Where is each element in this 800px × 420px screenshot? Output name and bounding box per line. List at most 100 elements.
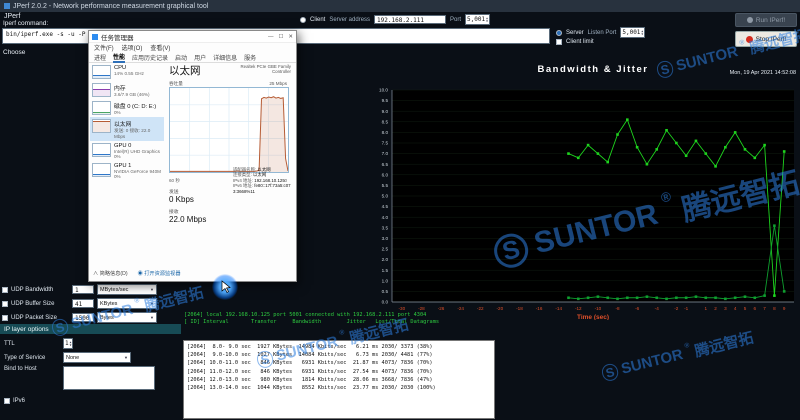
svg-text:7: 7 <box>763 306 766 311</box>
taskmgr-tab-服务[interactable]: 服务 <box>244 53 256 62</box>
taskmgr-tab-进程[interactable]: 进程 <box>94 53 106 62</box>
iperf-report-line: [2064] 13.0-14.0 sec 1044 KBytes 8552 Kb… <box>187 384 491 392</box>
fewer-details-link[interactable]: ∧ 简略信息(D) <box>93 270 128 277</box>
server-label: Server <box>566 30 584 36</box>
stepper-arrows-icon[interactable]: ▲▼ <box>486 17 488 23</box>
client-mode-row: Client Server address 192.168.2.111 Port… <box>300 14 490 25</box>
taskmgr-tab-用户[interactable]: 用户 <box>194 53 206 62</box>
ttl-stepper[interactable]: 1 ▲▼ <box>63 338 73 349</box>
svg-text:8.0: 8.0 <box>382 130 389 135</box>
ipv6-label: IPv6 <box>13 398 25 404</box>
taskmgr-sidebar-disk0[interactable]: 磁盘 0 (C: D: E:)0% <box>90 99 164 117</box>
taskmgr-tab-详细信息[interactable]: 详细信息 <box>213 53 237 62</box>
bind-host-input[interactable] <box>63 366 155 390</box>
ipv6-row: IPv6 <box>4 398 25 404</box>
port-stepper[interactable]: 5,001 ▲▼ <box>465 14 490 25</box>
svg-text:-30: -30 <box>398 306 405 311</box>
ttl-label: TTL <box>4 341 60 347</box>
svg-text:-18: -18 <box>516 306 523 311</box>
taskmgr-titlebar[interactable]: 任务管理器 — ☐ ✕ <box>89 31 296 43</box>
client-limit-checkbox[interactable] <box>556 39 562 45</box>
mouse-cursor <box>221 280 231 299</box>
svg-text:0.5: 0.5 <box>382 289 389 294</box>
udp-buffer-unit: KBytes <box>100 301 117 307</box>
receive-label: 接收 <box>169 208 293 215</box>
svg-text:4.5: 4.5 <box>382 204 389 209</box>
svg-text:6.5: 6.5 <box>382 162 389 167</box>
stepper-arrows-icon[interactable]: ▲▼ <box>70 341 72 347</box>
client-label: Client <box>310 17 325 23</box>
udp-buffer-input[interactable]: 41 <box>72 299 94 308</box>
app-label: JPerf <box>4 13 20 20</box>
client-limit-label: Client limit <box>566 39 594 45</box>
stepper-arrows-icon[interactable]: ▲▼ <box>641 30 643 36</box>
udp-buffer-row: UDP Buffer Size 41 KBytes▼ <box>2 298 157 309</box>
svg-text:-28: -28 <box>418 306 425 311</box>
udp-bandwidth-unit: MBytes/sec <box>100 287 128 293</box>
ethernet-throughput-graph <box>169 87 289 173</box>
udp-packet-input[interactable]: 1500 <box>72 313 94 322</box>
taskmgr-sidebar-ethernet[interactable]: 以太网发送: 0 接收: 22.0 Mbps <box>90 117 164 141</box>
taskmgr-performance-panel: 以太网 Realtek PCIe GBE Family Controller 吞… <box>169 63 293 279</box>
iperf-console-output: [2064] local 192.168.10.125 port 5001 co… <box>184 312 489 338</box>
udp-packet-unit-select[interactable]: Bytes▼ <box>97 312 157 323</box>
taskmgr-menu-item[interactable]: 查看(V) <box>150 43 170 52</box>
udp-bandwidth-row: UDP Bandwidth 1 MBytes/sec▼ <box>2 284 157 295</box>
close-icon[interactable]: ✕ <box>288 34 293 40</box>
svg-text:2.0: 2.0 <box>382 257 389 262</box>
server-radio[interactable] <box>556 30 562 36</box>
taskmgr-tab-启动[interactable]: 启动 <box>175 53 187 62</box>
svg-text:-14: -14 <box>555 306 562 311</box>
iperf-report-line: [2064] 9.0-10.0 sec 1027 KBytes 14084 Kb… <box>187 351 491 359</box>
listen-port-label: Listen Port <box>588 30 617 36</box>
taskmgr-sidebar-memory[interactable]: 内存3.6/7.9 GB (46%) <box>90 81 164 99</box>
ttl-row: TTL 1 ▲▼ <box>4 338 73 349</box>
taskmgr-icon <box>92 34 98 40</box>
open-resource-monitor-link[interactable]: ◉ 打开资源监视器 <box>138 270 181 277</box>
udp-bandwidth-input[interactable]: 1 <box>72 285 94 294</box>
client-radio[interactable] <box>300 17 306 23</box>
svg-text:0.0: 0.0 <box>382 300 389 305</box>
bind-host-label: Bind to Host <box>4 366 60 372</box>
udp-buffer-unit-select[interactable]: KBytes▼ <box>97 298 157 309</box>
run-iperf-button[interactable]: Run IPerf! <box>735 13 797 27</box>
svg-text:2.5: 2.5 <box>382 247 389 252</box>
mini-graph-icon <box>92 119 111 133</box>
ip-layer-options-header: IP layer options <box>0 324 181 334</box>
iperf-command-label: Iperf command: <box>3 20 48 27</box>
svg-text:5.5: 5.5 <box>382 183 389 188</box>
svg-text:2: 2 <box>714 306 717 311</box>
bandwidth-jitter-chart: 10.09.59.08.58.07.57.06.56.05.55.04.54.0… <box>300 52 800 320</box>
mini-graph-icon <box>92 163 111 177</box>
mini-graph-icon <box>92 83 111 97</box>
udp-bandwidth-checkbox[interactable] <box>2 287 8 293</box>
svg-text:8.5: 8.5 <box>382 119 389 124</box>
adapter-name: Realtek PCIe GBE Family Controller <box>229 64 291 74</box>
iperf-report-line: [2064] 8.0- 9.0 sec 1927 KBytes 14984 Kb… <box>187 343 491 351</box>
taskmgr-sidebar-gpu1[interactable]: GPU 1NVIDIA GeForce 940M0% <box>90 161 164 181</box>
window-title: JPerf 2.0.2 - Network performance measur… <box>13 3 208 10</box>
udp-packet-checkbox[interactable] <box>2 315 8 321</box>
client-limit-row: Client limit <box>556 39 594 45</box>
server-address-input[interactable]: 192.168.2.111 <box>374 15 446 24</box>
taskmgr-menu-item[interactable]: 文件(F) <box>94 43 114 52</box>
minimize-icon[interactable]: — <box>268 34 274 40</box>
svg-text:4: 4 <box>734 306 737 311</box>
taskmgr-tab-应用历史记录[interactable]: 应用历史记录 <box>132 53 168 62</box>
taskmgr-tab-性能[interactable]: 性能 <box>113 52 125 63</box>
ipv6-checkbox[interactable] <box>4 398 10 404</box>
taskmgr-sidebar-cpu[interactable]: CPU14% 0.55 GHz <box>90 63 164 81</box>
svg-text:9.0: 9.0 <box>382 109 389 114</box>
taskmgr-sidebar-gpu0[interactable]: GPU 0Intel(R) UHD Graphics0% <box>90 141 164 161</box>
chevron-down-icon: ▼ <box>150 315 154 320</box>
listen-port-stepper[interactable]: 5,001 ▲▼ <box>620 27 645 38</box>
svg-text:-16: -16 <box>536 306 543 311</box>
maximize-icon[interactable]: ☐ <box>278 34 283 40</box>
server-mode-row: Server Listen Port 5,001 ▲▼ <box>556 27 645 38</box>
svg-text:7.0: 7.0 <box>382 151 389 156</box>
tos-select[interactable]: None▼ <box>63 352 131 363</box>
iperf-output-log[interactable]: [2064] 8.0- 9.0 sec 1927 KBytes 14984 Kb… <box>183 340 495 419</box>
stop-iperf-button[interactable]: Stop IPerf! <box>735 31 797 47</box>
udp-bandwidth-unit-select[interactable]: MBytes/sec▼ <box>97 284 157 295</box>
udp-buffer-checkbox[interactable] <box>2 301 8 307</box>
